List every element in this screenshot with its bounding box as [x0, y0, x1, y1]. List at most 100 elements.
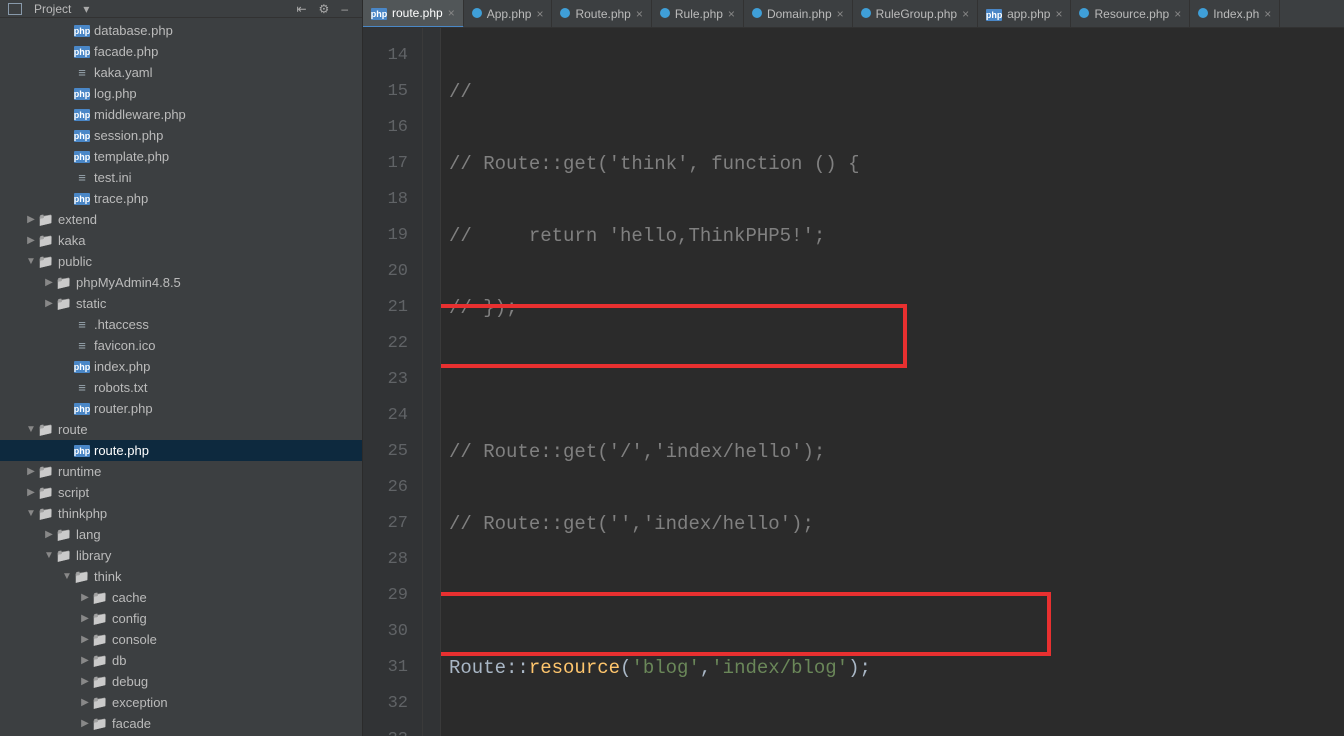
- chevron-icon[interactable]: ▶: [78, 634, 92, 645]
- chevron-icon[interactable]: ▶: [24, 235, 38, 246]
- chevron-icon[interactable]: ▶: [42, 298, 56, 309]
- code-content[interactable]: // // Route::get('think', function () { …: [441, 28, 1344, 736]
- close-icon[interactable]: ×: [636, 7, 643, 21]
- close-icon[interactable]: ×: [837, 7, 844, 21]
- tree-item-label: console: [112, 632, 157, 647]
- tree-item-test-ini[interactable]: ≡test.ini: [0, 167, 362, 188]
- tree-item-exception[interactable]: ▶📁exception: [0, 692, 362, 713]
- php-file-icon: php: [371, 6, 387, 20]
- line-gutter: 1415161718192021222324252627282930313233: [363, 28, 423, 736]
- chevron-icon[interactable]: ▶: [42, 529, 56, 540]
- tree-item-thinkphp[interactable]: ▼📁thinkphp: [0, 503, 362, 524]
- chevron-icon[interactable]: ▶: [24, 487, 38, 498]
- tree-item-label: cache: [112, 590, 147, 605]
- project-tree[interactable]: phpdatabase.phpphpfacade.php≡kaka.yamlph…: [0, 18, 362, 736]
- tree-item-middleware-php[interactable]: phpmiddleware.php: [0, 104, 362, 125]
- tree-item-route[interactable]: ▼📁route: [0, 419, 362, 440]
- tab-Route-php[interactable]: Route.php×: [552, 0, 651, 27]
- tab-Resource-php[interactable]: Resource.php×: [1071, 0, 1190, 27]
- folder-icon: 📁: [38, 506, 54, 522]
- tree-item-phpMyAdmin4-8-5[interactable]: ▶📁phpMyAdmin4.8.5: [0, 272, 362, 293]
- tree-item-runtime[interactable]: ▶📁runtime: [0, 461, 362, 482]
- chevron-icon[interactable]: ▶: [78, 697, 92, 708]
- dropdown-icon[interactable]: ▾: [77, 2, 95, 16]
- tree-item-index-php[interactable]: phpindex.php: [0, 356, 362, 377]
- tree-item-router-php[interactable]: phprouter.php: [0, 398, 362, 419]
- tree-item-cache[interactable]: ▶📁cache: [0, 587, 362, 608]
- tree-item-extend[interactable]: ▶📁extend: [0, 209, 362, 230]
- gear-icon[interactable]: ⚙: [313, 2, 336, 16]
- hide-icon[interactable]: –: [335, 2, 354, 16]
- chevron-icon[interactable]: ▶: [78, 676, 92, 687]
- tree-item-console[interactable]: ▶📁console: [0, 629, 362, 650]
- tree-item-favicon-ico[interactable]: ≡favicon.ico: [0, 335, 362, 356]
- tree-item-database-php[interactable]: phpdatabase.php: [0, 20, 362, 41]
- tree-item-kaka-yaml[interactable]: ≡kaka.yaml: [0, 62, 362, 83]
- line-number: 31: [363, 650, 408, 686]
- tab-Domain-php[interactable]: Domain.php×: [744, 0, 853, 27]
- tree-item-template-php[interactable]: phptemplate.php: [0, 146, 362, 167]
- code-editor[interactable]: 1415161718192021222324252627282930313233…: [363, 28, 1344, 736]
- chevron-icon[interactable]: ▶: [42, 277, 56, 288]
- tab-RuleGroup-php[interactable]: RuleGroup.php×: [853, 0, 978, 27]
- chevron-icon[interactable]: ▶: [24, 466, 38, 477]
- tab-app-php[interactable]: phpapp.php×: [978, 0, 1071, 27]
- tab-route-php[interactable]: phproute.php×: [363, 0, 464, 28]
- collapse-icon[interactable]: ⇤: [290, 2, 312, 16]
- line-number: 20: [363, 254, 408, 290]
- tree-item-db[interactable]: ▶📁db: [0, 650, 362, 671]
- tree-item-public[interactable]: ▼📁public: [0, 251, 362, 272]
- close-icon[interactable]: ×: [536, 7, 543, 21]
- tree-item-log-php[interactable]: phplog.php: [0, 83, 362, 104]
- chevron-icon[interactable]: ▶: [78, 718, 92, 729]
- tree-item-label: test.ini: [94, 170, 132, 185]
- tree-item-label: static: [76, 296, 106, 311]
- tree-item-label: facade: [112, 716, 151, 731]
- tree-item-library[interactable]: ▼📁library: [0, 545, 362, 566]
- chevron-icon[interactable]: ▶: [78, 592, 92, 603]
- chevron-icon[interactable]: ▶: [78, 655, 92, 666]
- tree-item-debug[interactable]: ▶📁debug: [0, 671, 362, 692]
- chevron-icon[interactable]: ▶: [24, 214, 38, 225]
- tab-Rule-php[interactable]: Rule.php×: [652, 0, 744, 27]
- file-icon: ≡: [74, 65, 90, 80]
- folder-icon: 📁: [56, 527, 72, 543]
- chevron-icon[interactable]: ▶: [78, 613, 92, 624]
- tree-item-facade-php[interactable]: phpfacade.php: [0, 41, 362, 62]
- close-icon[interactable]: ×: [962, 7, 969, 21]
- tree-item-config[interactable]: ▶📁config: [0, 608, 362, 629]
- chevron-icon[interactable]: ▼: [24, 424, 38, 435]
- tab-Index-ph[interactable]: Index.ph×: [1190, 0, 1280, 27]
- code-line-20: // Route::get('','index/hello');: [449, 513, 814, 535]
- tree-item-script[interactable]: ▶📁script: [0, 482, 362, 503]
- chevron-icon[interactable]: ▼: [42, 550, 56, 561]
- tree-item-facade[interactable]: ▶📁facade: [0, 713, 362, 734]
- close-icon[interactable]: ×: [448, 6, 455, 20]
- tree-item-session-php[interactable]: phpsession.php: [0, 125, 362, 146]
- close-icon[interactable]: ×: [1055, 7, 1062, 21]
- close-icon[interactable]: ×: [728, 7, 735, 21]
- tree-item-trace-php[interactable]: phptrace.php: [0, 188, 362, 209]
- folder-icon: 📁: [56, 548, 72, 564]
- close-icon[interactable]: ×: [1174, 7, 1181, 21]
- tree-item-kaka[interactable]: ▶📁kaka: [0, 230, 362, 251]
- tree-item--htaccess[interactable]: ≡.htaccess: [0, 314, 362, 335]
- tree-item-static[interactable]: ▶📁static: [0, 293, 362, 314]
- class-file-icon: [752, 7, 762, 21]
- tab-App-php[interactable]: App.php×: [464, 0, 553, 27]
- line-number: 21: [363, 290, 408, 326]
- php-file-icon: php: [74, 130, 90, 142]
- t: ): [848, 657, 859, 679]
- t: ;: [860, 657, 871, 679]
- line-number: 17: [363, 146, 408, 182]
- tree-item-think[interactable]: ▼📁think: [0, 566, 362, 587]
- tree-item-lang[interactable]: ▶📁lang: [0, 524, 362, 545]
- tree-item-route-php[interactable]: phproute.php: [0, 440, 362, 461]
- tree-item-robots-txt[interactable]: ≡robots.txt: [0, 377, 362, 398]
- chevron-icon[interactable]: ▼: [60, 571, 74, 582]
- folder-icon: 📁: [56, 275, 72, 291]
- chevron-icon[interactable]: ▼: [24, 508, 38, 519]
- close-icon[interactable]: ×: [1264, 7, 1271, 21]
- chevron-icon[interactable]: ▼: [24, 256, 38, 267]
- tree-item-label: debug: [112, 674, 148, 689]
